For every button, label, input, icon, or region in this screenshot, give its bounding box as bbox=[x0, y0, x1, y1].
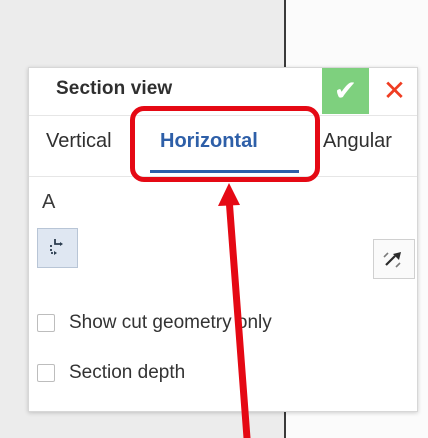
panel-header: Section view ✔ ✕ bbox=[29, 68, 417, 116]
show-cut-geometry-checkbox[interactable] bbox=[37, 314, 55, 332]
accept-button[interactable]: ✔ bbox=[322, 68, 369, 114]
flip-direction-icon bbox=[383, 252, 401, 268]
option-section-depth[interactable]: Section depth bbox=[37, 362, 185, 384]
cancel-button[interactable]: ✕ bbox=[372, 68, 417, 114]
section-tabs: Vertical Horizontal Angular bbox=[29, 116, 417, 177]
tab-vertical[interactable]: Vertical bbox=[46, 130, 112, 153]
section-path-icon bbox=[49, 239, 63, 255]
section-tool-button[interactable] bbox=[37, 228, 78, 268]
panel-title: Section view bbox=[56, 78, 173, 99]
show-cut-geometry-label: Show cut geometry only bbox=[69, 312, 272, 333]
close-icon: ✕ bbox=[382, 75, 407, 106]
active-tab-indicator bbox=[150, 170, 299, 173]
section-depth-label: Section depth bbox=[69, 362, 186, 383]
screenshot-stage: Section view ✔ ✕ Vertical Horizontal Ang… bbox=[0, 0, 428, 438]
section-view-panel: Section view ✔ ✕ Vertical Horizontal Ang… bbox=[28, 67, 418, 412]
tab-horizontal[interactable]: Horizontal bbox=[160, 130, 258, 153]
section-depth-checkbox[interactable] bbox=[37, 364, 55, 382]
section-label: A bbox=[42, 191, 56, 213]
flip-direction-button[interactable] bbox=[373, 239, 415, 279]
check-icon: ✔ bbox=[333, 75, 358, 106]
option-show-cut-geometry-only[interactable]: Show cut geometry only bbox=[37, 312, 272, 334]
tab-angular[interactable]: Angular bbox=[323, 130, 392, 153]
